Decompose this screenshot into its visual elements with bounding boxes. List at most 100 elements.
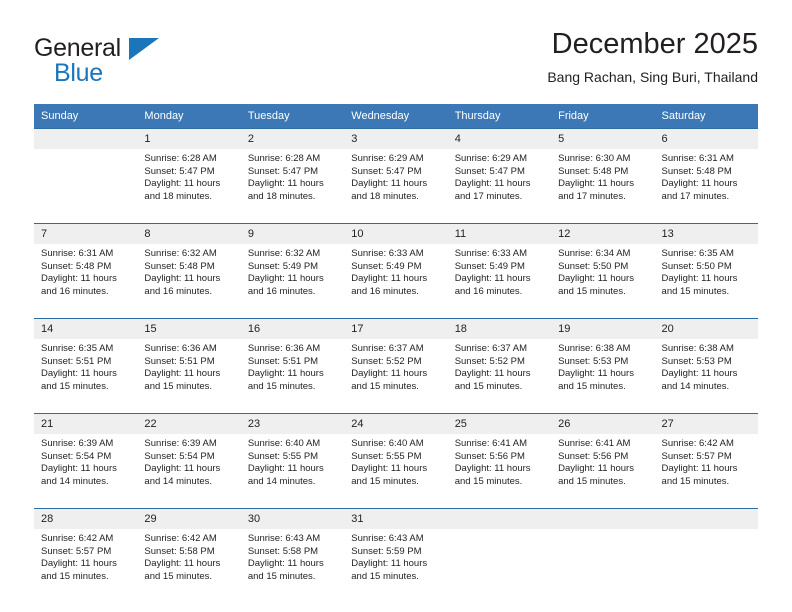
day-cell[interactable]: Sunrise: 6:30 AM Sunset: 5:48 PM Daylight:… — [551, 149, 655, 224]
daylight-duration-line2: and 15 minutes. — [144, 570, 213, 582]
day-number[interactable]: 20 — [654, 318, 758, 339]
day-cell[interactable]: Sunrise: 6:39 AM Sunset: 5:54 PM Daylight:… — [34, 434, 138, 509]
day-cell[interactable]: Sunrise: 6:38 AM Sunset: 5:53 PM Daylight:… — [654, 339, 758, 414]
day-number[interactable]: 10 — [344, 223, 448, 244]
sunset-time: Sunset: 5:49 PM — [454, 260, 525, 272]
day-number[interactable]: 2 — [240, 128, 345, 149]
sunrise-time: Sunrise: 6:42 AM — [144, 533, 217, 544]
daylight-duration-line2: and 14 minutes. — [661, 380, 730, 392]
day-cell[interactable]: Sunrise: 6:42 AM Sunset: 5:57 PM Daylight:… — [34, 529, 138, 603]
weekday-header-monday: Monday — [137, 104, 241, 129]
day-number[interactable]: 21 — [34, 413, 138, 434]
day-cell[interactable]: Sunrise: 6:35 AM Sunset: 5:51 PM Daylight:… — [34, 339, 138, 414]
day-cell[interactable]: Sunrise: 6:32 AM Sunset: 5:49 PM Daylight:… — [240, 244, 345, 319]
daylight-duration-line1: Daylight: 11 hours — [41, 368, 117, 380]
day-number[interactable]: 1 — [137, 128, 241, 149]
day-number[interactable]: 6 — [654, 128, 758, 149]
day-cell[interactable]: Sunrise: 6:37 AM Sunset: 5:52 PM Daylight:… — [344, 339, 448, 414]
daylight-duration-line2: and 15 minutes. — [247, 380, 316, 392]
daylight-duration-line1: Daylight: 11 hours — [41, 273, 117, 285]
day-cell[interactable]: Sunrise: 6:42 AM Sunset: 5:57 PM Daylight:… — [654, 434, 758, 509]
day-cell[interactable]: Sunrise: 6:43 AM Sunset: 5:59 PM Daylight:… — [344, 529, 448, 603]
day-number[interactable]: 4 — [447, 128, 552, 149]
daylight-duration-line1: Daylight: 11 hours — [144, 178, 221, 190]
day-cell[interactable]: Sunrise: 6:28 AM Sunset: 5:47 PM Daylight:… — [137, 149, 241, 224]
day-cell[interactable]: Sunrise: 6:31 AM Sunset: 5:48 PM Daylight:… — [654, 149, 758, 224]
day-number[interactable]: 26 — [551, 413, 655, 434]
day-cell[interactable]: Sunrise: 6:35 AM Sunset: 5:50 PM Daylight:… — [654, 244, 758, 319]
day-number[interactable]: 13 — [654, 223, 758, 244]
sunrise-time: Sunrise: 6:39 AM — [144, 438, 217, 449]
day-number[interactable]: 8 — [137, 223, 241, 244]
sunrise-time: Sunrise: 6:37 AM — [351, 343, 424, 354]
day-cell[interactable]: Sunrise: 6:36 AM Sunset: 5:51 PM Daylight:… — [137, 339, 241, 414]
day-number[interactable]: 30 — [240, 508, 345, 529]
day-cell[interactable]: Sunrise: 6:41 AM Sunset: 5:56 PM Daylight:… — [447, 434, 552, 509]
day-number[interactable]: 28 — [34, 508, 138, 529]
day-number[interactable]: 31 — [344, 508, 448, 529]
day-cell[interactable]: Sunrise: 6:38 AM Sunset: 5:53 PM Daylight:… — [551, 339, 655, 414]
daylight-duration-line2: and 15 minutes. — [454, 380, 523, 392]
day-cell[interactable]: Sunrise: 6:40 AM Sunset: 5:55 PM Daylight:… — [240, 434, 345, 509]
daylight-duration-line1: Daylight: 11 hours — [247, 273, 324, 285]
day-cell[interactable]: Sunrise: 6:43 AM Sunset: 5:58 PM Daylight:… — [240, 529, 345, 603]
day-cell[interactable]: Sunrise: 6:41 AM Sunset: 5:56 PM Daylight:… — [551, 434, 655, 509]
day-cell[interactable]: Sunrise: 6:33 AM Sunset: 5:49 PM Daylight:… — [344, 244, 448, 319]
day-cell[interactable]: Sunrise: 6:37 AM Sunset: 5:52 PM Daylight:… — [447, 339, 552, 414]
sunrise-time: Sunrise: 6:35 AM — [661, 248, 734, 259]
sunset-time: Sunset: 5:53 PM — [661, 355, 732, 367]
day-cell[interactable]: Sunrise: 6:29 AM Sunset: 5:47 PM Daylight:… — [344, 149, 448, 224]
daylight-duration-line1: Daylight: 11 hours — [247, 558, 324, 570]
day-number[interactable]: 18 — [447, 318, 552, 339]
day-number[interactable]: 7 — [34, 223, 138, 244]
calendar-week-daynumbers: 123456 — [34, 128, 758, 149]
day-number[interactable]: 17 — [344, 318, 448, 339]
sunset-time: Sunset: 5:55 PM — [351, 450, 422, 462]
daylight-duration-line1: Daylight: 11 hours — [661, 273, 738, 285]
weekday-header-tuesday: Tuesday — [240, 104, 345, 129]
daylight-duration-line1: Daylight: 11 hours — [454, 368, 531, 380]
day-number[interactable]: 15 — [137, 318, 241, 339]
sunset-time: Sunset: 5:52 PM — [351, 355, 422, 367]
day-number[interactable]: 12 — [551, 223, 655, 244]
daylight-duration-line1: Daylight: 11 hours — [558, 178, 634, 190]
day-number[interactable]: 5 — [551, 128, 655, 149]
day-number[interactable]: 27 — [654, 413, 758, 434]
day-cell[interactable]: Sunrise: 6:31 AM Sunset: 5:48 PM Daylight:… — [34, 244, 138, 319]
day-number[interactable]: 14 — [34, 318, 138, 339]
day-cell[interactable]: Sunrise: 6:40 AM Sunset: 5:55 PM Daylight:… — [344, 434, 448, 509]
day-cell[interactable]: Sunrise: 6:39 AM Sunset: 5:54 PM Daylight:… — [137, 434, 241, 509]
day-cell[interactable]: Sunrise: 6:34 AM Sunset: 5:50 PM Daylight:… — [551, 244, 655, 319]
day-cell[interactable]: Sunrise: 6:42 AM Sunset: 5:58 PM Daylight:… — [137, 529, 241, 603]
day-number[interactable]: 23 — [240, 413, 345, 434]
day-number[interactable]: 22 — [137, 413, 241, 434]
daylight-duration-line1: Daylight: 11 hours — [351, 273, 428, 285]
day-number[interactable]: 19 — [551, 318, 655, 339]
sunrise-time: Sunrise: 6:28 AM — [144, 153, 217, 164]
day-cell[interactable]: Sunrise: 6:29 AM Sunset: 5:47 PM Daylight:… — [447, 149, 552, 224]
day-number[interactable]: 24 — [344, 413, 448, 434]
day-number[interactable]: 9 — [240, 223, 345, 244]
day-number[interactable]: 11 — [447, 223, 552, 244]
daylight-duration-line1: Daylight: 11 hours — [144, 368, 221, 380]
sunrise-time: Sunrise: 6:42 AM — [661, 438, 734, 449]
day-number[interactable]: 25 — [447, 413, 552, 434]
day-number[interactable]: 3 — [344, 128, 448, 149]
daylight-duration-line2: and 15 minutes. — [351, 475, 419, 487]
calendar-week-details: Sunrise: 6:28 AM Sunset: 5:47 PM Daylight:… — [34, 149, 758, 224]
daylight-duration-line2: and 16 minutes. — [144, 285, 213, 297]
day-number[interactable]: 16 — [240, 318, 345, 339]
day-cell[interactable]: Sunrise: 6:32 AM Sunset: 5:48 PM Daylight:… — [137, 244, 241, 319]
day-cell[interactable]: Sunrise: 6:28 AM Sunset: 5:47 PM Daylight:… — [240, 149, 345, 224]
day-number — [34, 128, 138, 149]
sunrise-time: Sunrise: 6:31 AM — [41, 248, 114, 259]
daylight-duration-line1: Daylight: 11 hours — [454, 178, 531, 190]
sunset-time: Sunset: 5:47 PM — [247, 165, 319, 177]
generalblue-logo[interactable]: General Blue — [34, 34, 214, 92]
sunrise-sunset-calendar: Sunday Monday Tuesday Wednesday Thursday… — [34, 104, 758, 603]
day-number[interactable]: 29 — [137, 508, 241, 529]
day-cell[interactable]: Sunrise: 6:33 AM Sunset: 5:49 PM Daylight:… — [447, 244, 552, 319]
day-cell[interactable]: Sunrise: 6:36 AM Sunset: 5:51 PM Daylight:… — [240, 339, 345, 414]
daylight-duration-line1: Daylight: 11 hours — [144, 463, 221, 475]
calendar-header-row: Sunday Monday Tuesday Wednesday Thursday… — [34, 104, 758, 129]
